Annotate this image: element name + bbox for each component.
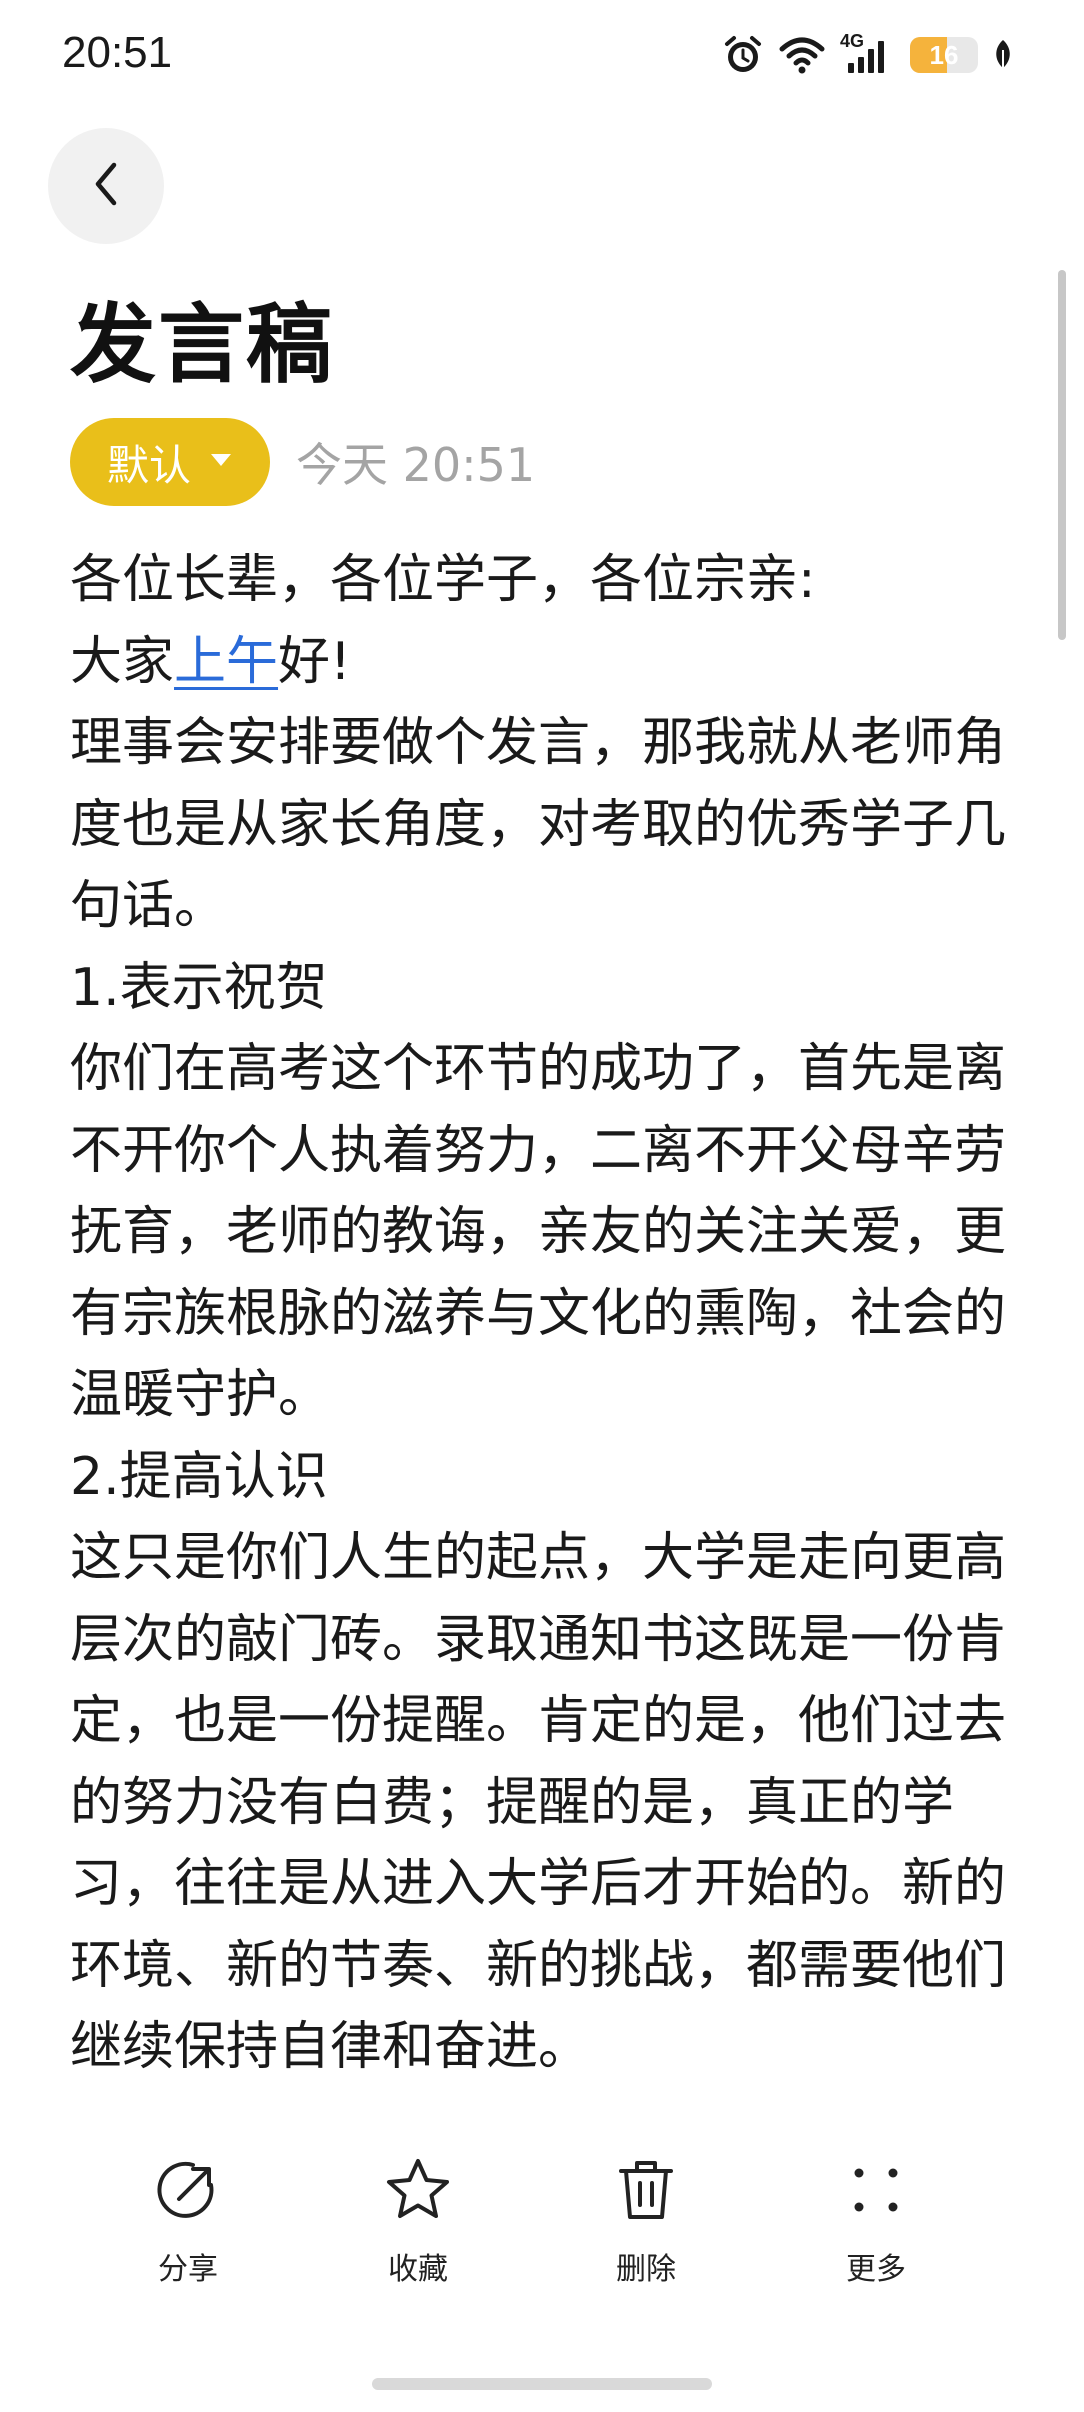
scrollbar[interactable]: [1058, 270, 1066, 640]
chevron-left-icon: [86, 159, 126, 213]
body-paragraph: 理事会安排要做个发言，那我就从老师角度也是从家长角度，对考取的优秀学子几句话。: [70, 713, 1007, 936]
favorite-label: 收藏: [388, 2252, 448, 2287]
time-link[interactable]: 上午: [174, 632, 278, 692]
more-label: 更多: [846, 2252, 906, 2287]
favorite-button[interactable]: 收藏: [338, 2150, 498, 2288]
back-button[interactable]: [48, 128, 164, 244]
status-bar: 20:51 4G 16: [0, 0, 1084, 110]
bottom-toolbar: 分享 收藏 删除 更多: [0, 2150, 1084, 2320]
greeting-text: 好!: [278, 631, 351, 692]
star-icon: [378, 2150, 458, 2230]
status-time: 20:51: [62, 28, 173, 77]
delete-label: 删除: [616, 2252, 676, 2287]
section-heading: 2.提高认识: [70, 1446, 328, 1507]
battery-icon: 16: [910, 37, 978, 73]
section-heading: 1.表示祝贺: [70, 957, 328, 1018]
body-paragraph: 你们在高考这个环节的成功了，首先是离不开你个人执着努力，二离不开父母辛劳抚育，老…: [70, 1039, 1007, 1425]
body-paragraph: 这只是你们人生的起点，大学是走向更高层次的敲门砖。录取通知书这既是一份肯定，也是…: [70, 1528, 1007, 2077]
folder-dropdown[interactable]: 默认: [70, 418, 270, 506]
share-label: 分享: [158, 2252, 218, 2287]
status-icons: 4G 16: [722, 30, 1014, 80]
delete-button[interactable]: 删除: [566, 2150, 726, 2288]
share-icon: [148, 2150, 228, 2230]
leaf-icon: [992, 38, 1014, 72]
signal-icon: 4G: [840, 31, 896, 77]
battery-level: 16: [929, 39, 959, 70]
wifi-icon: [778, 35, 826, 75]
alarm-icon: [722, 34, 764, 76]
folder-label: 默认: [106, 440, 191, 490]
note-date: 今天 20:51: [296, 438, 536, 492]
home-indicator[interactable]: [372, 2378, 712, 2390]
trash-icon: [606, 2150, 686, 2230]
note-body[interactable]: 各位长辈，各位学子，各位宗亲: 大家上午好! 理事会安排要做个发言，那我就从老师…: [70, 540, 1010, 2089]
caret-down-icon: [209, 452, 233, 472]
more-button[interactable]: 更多: [796, 2150, 956, 2288]
note-title[interactable]: 发言稿: [70, 290, 334, 400]
body-paragraph: 大家上午好!: [70, 622, 1010, 704]
more-dots-icon: [836, 2150, 916, 2230]
note-meta: 默认 今天 20:51: [70, 418, 535, 506]
share-button[interactable]: 分享: [108, 2150, 268, 2288]
body-paragraph: 各位长辈，各位学子，各位宗亲:: [70, 550, 816, 610]
greeting-text: 大家: [70, 631, 175, 692]
